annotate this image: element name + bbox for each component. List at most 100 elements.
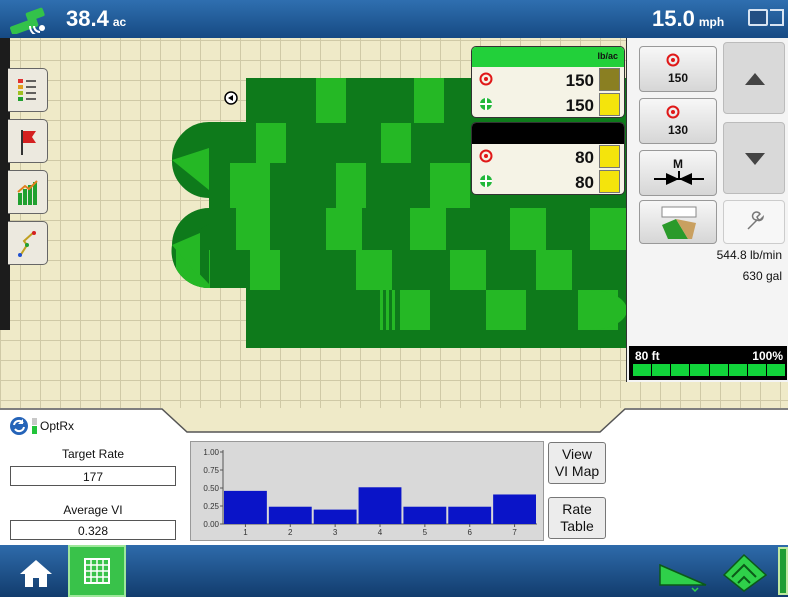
target-rate-value: 177 <box>10 466 176 486</box>
x-tick-label: 3 <box>333 528 338 537</box>
legend-tab[interactable] <box>8 68 48 112</box>
bar-chart-icon <box>17 180 38 205</box>
valve-icon <box>654 171 704 185</box>
boom-section <box>747 364 766 376</box>
view-vi-map-label-2: VI Map <box>554 463 600 479</box>
boom-sections-bar <box>633 364 785 376</box>
target-icon <box>479 149 493 163</box>
actual-rate-row: 150 <box>472 92 624 117</box>
rate-table-label-2: Table <box>560 518 594 534</box>
boom-section <box>690 364 709 376</box>
preset-rate-2-value: 130 <box>667 123 689 137</box>
rate-table-label-1: Rate <box>562 501 592 517</box>
actual-rate-value: 80 <box>575 173 594 192</box>
preset-rate-2-button[interactable]: 130 <box>639 98 717 144</box>
target-icon <box>479 72 493 86</box>
applied-rate-icon <box>480 98 492 110</box>
legend-icon <box>18 79 36 101</box>
arrow-down-icon <box>745 153 765 165</box>
target-icon <box>666 53 680 67</box>
y-tick-label: 0.00 <box>203 520 219 529</box>
grid-icon <box>84 558 110 584</box>
status-bar: 38.4 ac 15.0 mph <box>0 0 788 38</box>
chart-bar <box>313 509 357 524</box>
rate-increase-button[interactable] <box>723 42 785 114</box>
guidance-path-icon <box>18 231 36 257</box>
boom-section <box>633 364 652 376</box>
rate-table-button[interactable]: Rate Table <box>548 497 606 539</box>
x-tick-label: 2 <box>288 528 293 537</box>
rate-swatch <box>599 170 620 193</box>
boom-status: 80 ft 100% <box>629 346 787 380</box>
boom-section <box>709 364 728 376</box>
product-settings-button[interactable] <box>639 200 717 244</box>
x-tick-label: 5 <box>423 528 428 537</box>
chart-bar <box>493 494 536 524</box>
manual-rate-button[interactable]: M <box>639 150 717 196</box>
chart-bar <box>224 490 267 524</box>
manual-label: M <box>673 157 683 171</box>
y-tick-label: 0.25 <box>203 502 219 511</box>
map-grid-button[interactable] <box>68 545 126 597</box>
boom-section <box>766 364 785 376</box>
view-vi-map-button[interactable]: View VI Map <box>548 442 606 484</box>
product-rate-panel-1[interactable]: lb/ac 150 150 <box>471 46 625 118</box>
arrow-up-icon <box>745 73 765 85</box>
average-vi-value: 0.328 <box>10 520 176 540</box>
x-tick-label: 1 <box>243 528 248 537</box>
control-panel: 150 130 M 544.8 lb/min 630 gal 80 ft 100… <box>626 38 788 382</box>
boom-section <box>652 364 671 376</box>
wrench-icon <box>747 211 764 230</box>
x-tick-label: 4 <box>378 528 383 537</box>
y-tick-label: 0.50 <box>203 484 219 493</box>
boom-section <box>728 364 747 376</box>
guidance-tab[interactable] <box>8 221 48 265</box>
flag-icon <box>21 130 36 155</box>
boom-width: 80 ft <box>635 349 660 363</box>
preset-rate-1-value: 150 <box>667 71 689 85</box>
rate-swatch <box>599 68 620 91</box>
chart-bar <box>358 487 402 524</box>
actual-rate-row: 80 <box>472 169 624 194</box>
volume-applied: 630 gal <box>742 269 782 283</box>
preset-rate-1-button[interactable]: 150 <box>639 46 717 92</box>
spreader-icon <box>661 206 697 239</box>
flow-rate: 544.8 lb/min <box>716 248 782 262</box>
view-vi-map-label-1: View <box>561 446 593 462</box>
setup-button[interactable] <box>723 200 785 244</box>
map-display-icon[interactable] <box>748 9 768 26</box>
y-tick-label: 1.00 <box>203 448 219 457</box>
area-readout: 38.4 ac <box>66 6 126 32</box>
chart-bar <box>268 506 312 524</box>
chart-bar <box>403 506 447 524</box>
target-rate-row: 150 <box>472 67 624 92</box>
status-indicator-icon <box>32 418 37 434</box>
area-unit: ac <box>112 15 127 29</box>
x-tick-label: 6 <box>467 528 472 537</box>
optrx-title: OptRx <box>40 419 75 433</box>
average-vi-label: Average VI <box>63 503 123 517</box>
sync-icon[interactable] <box>9 416 29 436</box>
rate-swatch <box>599 145 620 168</box>
gps-satellite-icon[interactable] <box>8 4 54 34</box>
chart-tab[interactable] <box>8 170 48 214</box>
rate-header <box>472 123 624 144</box>
speed-value: 15.0 <box>652 6 695 31</box>
map-split-icon[interactable] <box>770 9 784 26</box>
rate-decrease-button[interactable] <box>723 122 785 194</box>
area-value: 38.4 <box>66 6 109 31</box>
target-rate-label: Target Rate <box>61 447 125 461</box>
home-icon[interactable] <box>18 558 54 588</box>
product-rate-panel-2[interactable]: 80 80 <box>471 122 625 195</box>
layers-icon[interactable] <box>722 551 768 593</box>
target-icon <box>666 105 680 119</box>
target-rate-row: 80 <box>472 144 624 169</box>
flag-tab[interactable] <box>8 119 48 163</box>
vi-chart-svg: 0.00 0.25 0.50 0.75 1.00 1 2 3 4 5 6 7 <box>203 448 537 537</box>
usb-icon[interactable] <box>778 547 788 595</box>
swath-icon[interactable] <box>658 559 708 593</box>
vi-bar-chart: 0.00 0.25 0.50 0.75 1.00 1 2 3 4 5 6 7 <box>190 441 544 541</box>
x-tick-label: 7 <box>512 528 517 537</box>
boom-percent: 100% <box>752 349 783 363</box>
y-tick-label: 0.75 <box>203 466 219 475</box>
